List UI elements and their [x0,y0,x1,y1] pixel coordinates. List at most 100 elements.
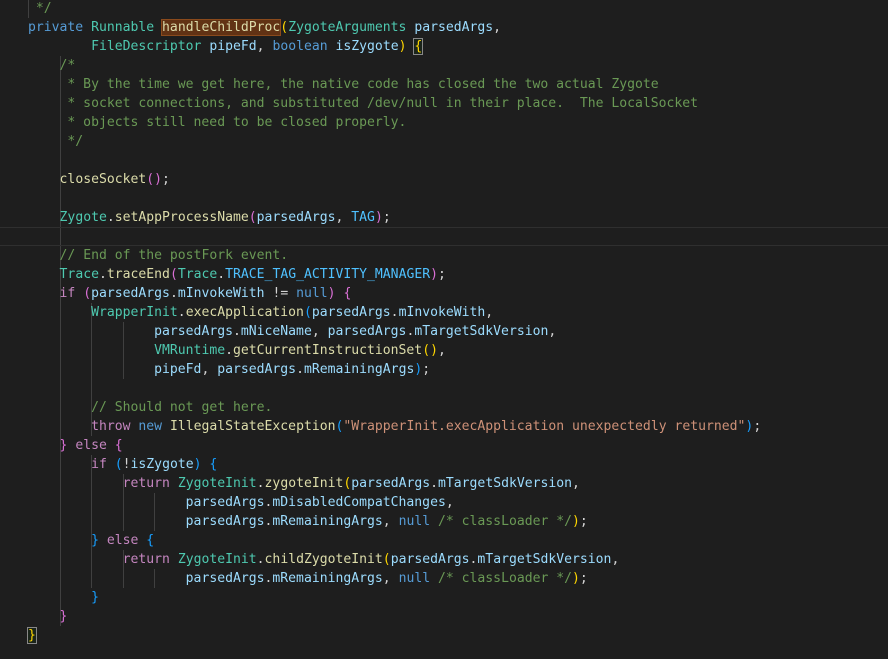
code-line[interactable]: parsedArgs.mNiceName, parsedArgs.mTarget… [28,322,888,341]
code-area[interactable]: */private Runnable handleChildProc(Zygot… [0,0,888,645]
code-token: ( [114,457,123,472]
code-line[interactable] [28,379,888,398]
code-token: } [59,609,68,624]
code-token: * By the time we get here, the native co… [28,77,659,92]
code-line[interactable]: // End of the postFork event. [28,246,888,265]
code-token: * objects still need to be closed proper… [28,115,407,130]
code-token: . [169,286,178,301]
code-token: parsedArgs [327,324,407,339]
code-token: , [201,362,218,377]
code-line[interactable]: parsedArgs.mRemainingArgs, null /* class… [28,569,888,588]
code-token: traceEnd [106,267,170,282]
code-line[interactable]: } else { [28,436,888,455]
code-line[interactable]: } [27,626,888,645]
code-token: mRemainingArgs [303,362,415,377]
code-line[interactable]: parsedArgs.mRemainingArgs, null /* class… [28,512,888,531]
code-token: closeSocket [59,172,147,187]
code-token: parsedArgs [390,552,470,567]
code-token: childZygoteInit [264,552,383,567]
code-token: { [413,38,424,55]
code-line[interactable]: } else { [28,531,888,550]
code-line[interactable] [28,151,888,170]
code-token: { [209,457,218,472]
code-token: null [296,286,328,301]
code-token: . [256,476,265,491]
code-token: parsedArgs [185,495,265,510]
code-line[interactable]: Zygote.setAppProcessName(parsedArgs, TAG… [28,208,888,227]
code-line[interactable]: /* [28,56,888,75]
code-token: TRACE_TAG_ACTIVITY_MANAGER [225,267,431,282]
code-token: ; [579,571,588,586]
code-token: parsedArgs [154,324,233,339]
code-line[interactable]: } [28,588,888,607]
code-line[interactable]: // Should not get here. [28,398,888,417]
code-token: mRemainingArgs [272,514,383,529]
code-token: ! [122,457,131,472]
code-line[interactable] [28,189,888,208]
code-token: ) [572,571,580,586]
code-token: WrapperInit [91,305,178,320]
code-line[interactable]: */ [28,132,888,151]
code-token: , [382,571,399,586]
code-line[interactable]: VMRuntime.getCurrentInstructionSet(), [28,341,888,360]
code-line[interactable]: throw new IllegalStateException("Wrapper… [28,417,888,436]
code-line[interactable]: * By the time we get here, the native co… [28,75,888,94]
code-token: ) [430,267,438,282]
code-token: mInvokeWith [177,286,265,301]
code-token: ZygoteInit [177,476,257,491]
code-token: parsedArgs [311,305,391,320]
code-line[interactable]: if (parsedArgs.mInvokeWith != null) { [28,284,888,303]
code-token: . [256,552,265,567]
code-line[interactable]: * socket connections, and substituted /d… [28,94,888,113]
code-token: Runnable [91,20,155,35]
code-line[interactable]: Trace.traceEnd(Trace.TRACE_TAG_ACTIVITY_… [28,265,888,284]
code-line[interactable]: FileDescriptor pipeFd, boolean isZygote)… [28,37,888,56]
code-token: zygoteInit [264,476,344,491]
code-token: mRemainingArgs [272,571,383,586]
code-token: } [91,533,99,548]
code-token: parsedArgs [185,571,265,586]
code-token: IllegalStateException [169,419,336,434]
code-line[interactable]: return ZygoteInit.zygoteInit(parsedArgs.… [28,474,888,493]
code-token: null [398,571,431,586]
code-token: , [311,324,328,339]
code-token: FileDescriptor [91,39,202,54]
code-line[interactable]: if (!isZygote) { [28,455,888,474]
code-line[interactable]: */ [28,0,888,18]
code-line[interactable]: WrapperInit.execApplication(parsedArgs.m… [28,303,888,322]
code-line[interactable]: private Runnable handleChildProc(ZygoteA… [28,18,888,37]
code-line[interactable]: pipeFd, parsedArgs.mRemainingArgs); [28,360,888,379]
code-token: , [445,495,454,510]
code-line[interactable]: parsedArgs.mDisabledCompatChanges, [28,493,888,512]
code-token: mNiceName [240,324,312,339]
code-token: return [122,476,170,491]
code-token: if [91,457,107,472]
code-line[interactable]: * objects still need to be closed proper… [28,113,888,132]
code-token: if [59,286,76,301]
code-token: mInvokeWith [398,305,486,320]
code-line[interactable]: return ZygoteInit.childZygoteInit(parsed… [28,550,888,569]
code-line[interactable] [0,227,888,246]
code-editor[interactable]: */private Runnable handleChildProc(Zygot… [0,0,888,659]
code-token: , [485,305,494,320]
code-token: */ [28,134,84,149]
code-line[interactable]: } [28,607,888,626]
code-line[interactable]: closeSocket(); [28,170,888,189]
code-token: . [296,362,304,377]
code-token: ZygoteInit [177,552,257,567]
